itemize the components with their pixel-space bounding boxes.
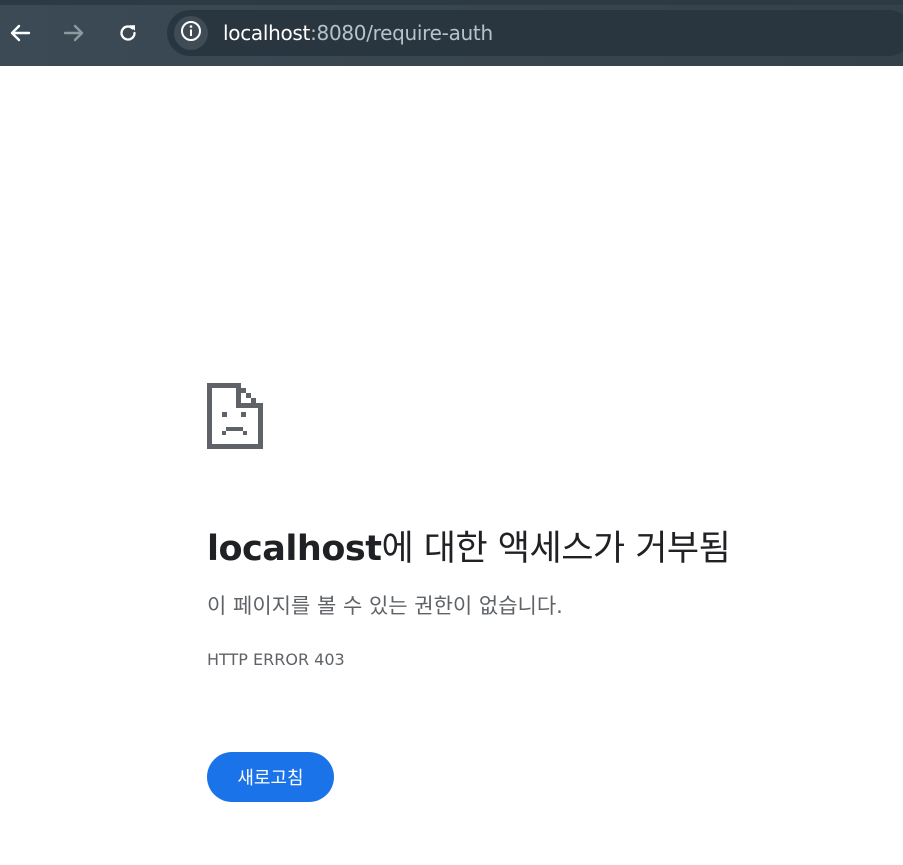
url-host: localhost <box>223 21 311 45</box>
browser-toolbar: localhost:8080/require-auth <box>0 0 903 66</box>
headline-host: localhost <box>207 529 382 569</box>
headline-message: 에 대한 액세스가 거부됨 <box>381 529 731 569</box>
forward-button[interactable] <box>56 15 92 51</box>
back-button[interactable] <box>2 15 38 51</box>
url-text[interactable]: localhost:8080/require-auth <box>223 21 493 45</box>
address-bar[interactable]: localhost:8080/require-auth <box>167 10 903 56</box>
site-info-button[interactable] <box>174 16 208 50</box>
error-description: 이 페이지를 볼 수 있는 권한이 없습니다. <box>207 594 563 618</box>
forward-arrow-icon <box>63 22 85 44</box>
reload-icon <box>117 22 139 44</box>
sad-document-icon <box>207 383 263 454</box>
error-code: HTTP ERROR 403 <box>207 650 345 669</box>
info-icon <box>180 20 202 47</box>
back-arrow-icon <box>9 22 31 44</box>
error-headline: localhost에 대한 액세스가 거부됨 <box>207 520 731 571</box>
reload-page-button[interactable]: 새로고침 <box>207 752 334 802</box>
url-path: :8080/require-auth <box>310 21 493 45</box>
reload-button[interactable] <box>110 15 146 51</box>
